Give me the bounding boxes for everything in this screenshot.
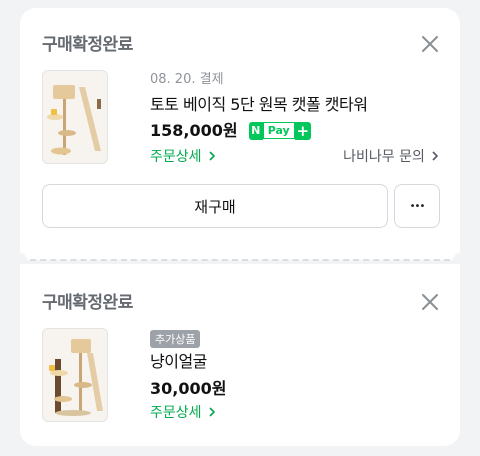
order-card-1: 구매확정완료 08. 20. 결제 토토 베이직 5단 원목 캣폴 캣타워 15…	[20, 8, 460, 260]
price-row: 158,000원 N Pay +	[150, 117, 311, 141]
product-price: 158,000원	[150, 121, 238, 140]
product-thumbnail[interactable]	[42, 328, 108, 422]
order-detail-link[interactable]: 주문상세	[150, 146, 217, 166]
card-divider	[20, 259, 460, 261]
close-icon[interactable]	[418, 290, 442, 314]
price-row: 30,000원	[150, 375, 226, 399]
add-on-badge-row: 추가상품	[150, 328, 201, 348]
more-icon: •••	[409, 200, 426, 212]
product-name[interactable]: 냥이얼굴	[150, 352, 207, 371]
product-thumbnail[interactable]	[42, 70, 108, 164]
chevron-right-icon	[209, 407, 215, 417]
order-status: 구매확정완료	[42, 293, 133, 313]
chevron-right-icon	[209, 151, 215, 161]
cat-tower-image	[43, 71, 107, 163]
npay-logo: N Pay +	[248, 121, 311, 140]
cat-tower-image	[43, 329, 107, 421]
order-card-2: 구매확정완료 추가상품 냥이얼굴 30,000원 주문상세	[20, 264, 460, 446]
product-name[interactable]: 토토 베이직 5단 원목 캣폴 캣타워	[150, 95, 368, 114]
seller-inquiry-link[interactable]: 나비나무 문의	[343, 146, 440, 166]
add-on-badge: 추가상품	[150, 330, 201, 348]
more-button[interactable]: •••	[394, 184, 440, 228]
close-icon[interactable]	[418, 32, 442, 56]
rebuy-button[interactable]: 재구매	[42, 184, 388, 228]
order-date: 08. 20. 결제	[150, 72, 224, 87]
chevron-right-icon	[432, 151, 439, 161]
order-detail-link[interactable]: 주문상세	[150, 402, 217, 422]
product-name-row: 냥이얼굴	[150, 348, 207, 372]
product-name-row: 토토 베이직 5단 원목 캣폴 캣타워	[150, 91, 368, 115]
product-price: 30,000원	[150, 379, 227, 398]
order-status: 구매확정완료	[42, 35, 133, 55]
